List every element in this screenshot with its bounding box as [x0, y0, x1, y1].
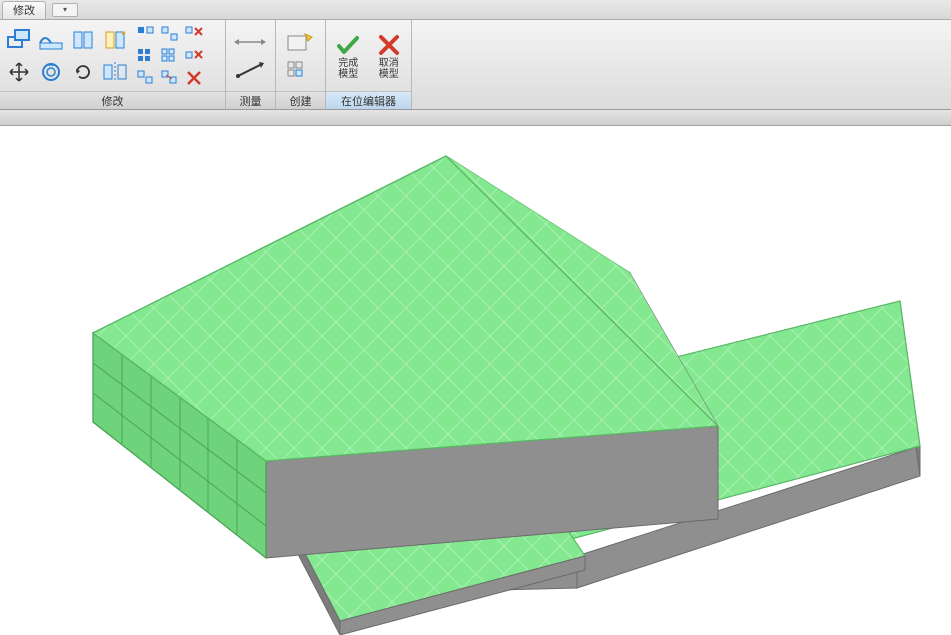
offset-icon[interactable]: [36, 57, 66, 87]
mirror-icon[interactable]: [100, 57, 130, 87]
join-geometry-icon[interactable]: [36, 25, 66, 55]
panel-label-modify: 修改: [0, 91, 225, 109]
panel-measure-body: [226, 20, 275, 91]
pin-icon[interactable]: [135, 68, 157, 88]
array-linear-icon[interactable]: [159, 46, 181, 66]
split-element-icon[interactable]: [68, 25, 98, 55]
dimension-icon[interactable]: [230, 29, 270, 55]
panel-inplace-body: 完成模型 取消模型: [326, 20, 411, 91]
rotate-icon[interactable]: [68, 57, 98, 87]
panel-label-create: 创建: [276, 91, 325, 109]
measure-icon[interactable]: [230, 57, 270, 83]
ungroup-icon[interactable]: [183, 46, 205, 66]
cancel-model-button[interactable]: 取消模型: [371, 27, 408, 85]
create-grid-icon[interactable]: [280, 57, 320, 83]
panel-inplace-editor: 完成模型 取消模型 在位编辑器: [326, 20, 412, 109]
align-icon[interactable]: [135, 24, 157, 44]
ribbon-minimize-button[interactable]: ▾: [52, 3, 78, 17]
panel-label-measure: 测量: [226, 91, 275, 109]
create-form-icon[interactable]: [280, 29, 320, 55]
split-face-icon[interactable]: [100, 25, 130, 55]
panel-measure: 测量: [226, 20, 276, 109]
trim-icon[interactable]: [159, 24, 181, 44]
panel-label-inplace: 在位编辑器: [326, 91, 411, 109]
options-bar: [0, 110, 951, 126]
delete-icon[interactable]: [183, 24, 205, 44]
panel-create: 创建: [276, 20, 326, 109]
cancel-label: 取消模型: [379, 58, 399, 80]
check-icon: [336, 34, 360, 56]
array-icon[interactable]: [135, 46, 157, 66]
panel-modify: 修改: [0, 20, 226, 109]
panel-modify-body: [0, 20, 225, 91]
panel-create-body: [276, 20, 325, 91]
move-icon[interactable]: [4, 57, 34, 87]
viewport-3d[interactable]: [0, 126, 951, 635]
x-icon: [378, 34, 400, 56]
cut-geometry-icon[interactable]: [4, 25, 34, 55]
remove-icon[interactable]: [183, 68, 205, 88]
finish-label: 完成模型: [338, 58, 358, 80]
chevron-down-icon: ▾: [63, 5, 67, 14]
tab-label: 修改: [13, 2, 35, 18]
ribbon: 修改 测量 创建 完成模型: [0, 20, 951, 110]
tab-modify[interactable]: 修改: [2, 1, 46, 19]
finish-model-button[interactable]: 完成模型: [330, 27, 367, 85]
model-scene: [0, 126, 951, 635]
tab-strip: 修改 ▾: [0, 0, 951, 20]
unpin-icon[interactable]: [159, 68, 181, 88]
